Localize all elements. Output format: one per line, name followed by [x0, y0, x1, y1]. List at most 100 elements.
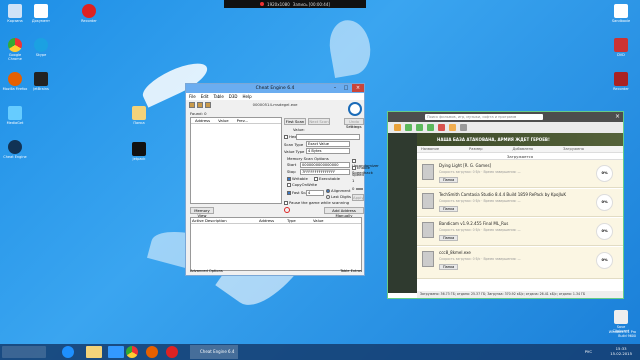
writable-checkbox-box[interactable]	[287, 177, 291, 181]
desktop-icon-jetpack[interactable]: Jetpack	[126, 142, 152, 161]
start-address-input[interactable]: 0000000000000000	[300, 162, 350, 168]
col-active[interactable]: Active	[191, 218, 205, 223]
last-digits-radio-dot[interactable]	[326, 195, 330, 199]
writable-checkbox[interactable]: Writable	[287, 176, 308, 181]
first-scan-button[interactable]: First Scan	[284, 118, 306, 125]
clock[interactable]: 15:33 15.02.2015	[610, 346, 632, 356]
col-description[interactable]: Description	[205, 218, 259, 223]
download-item[interactable]: TechSmith Camtasia Studio 8.4.4 Build 18…	[417, 189, 623, 217]
desktop-icon-recorder-right[interactable]: Recorder	[608, 72, 634, 91]
open-folder-button[interactable]: Папка	[439, 235, 459, 241]
start-button[interactable]	[2, 346, 46, 358]
desktop-icon-recycle-bin[interactable]: Корзина	[2, 4, 28, 23]
col-downloaded[interactable]: Загружено	[563, 146, 584, 152]
fast-scan-input[interactable]: 4	[306, 190, 324, 196]
open-process-icon[interactable]	[189, 102, 195, 108]
col-size[interactable]: Размер	[469, 146, 482, 152]
hex-checkbox-box[interactable]	[284, 135, 288, 139]
executable-checkbox-box[interactable]	[314, 177, 318, 181]
download-item[interactable]: Dying Light [R. G. Games] Скорость загру…	[417, 160, 623, 188]
col-type[interactable]: Type	[287, 218, 313, 223]
cheat-engine-logo-icon[interactable]	[348, 102, 362, 116]
apply-button[interactable]: Apply	[352, 194, 364, 201]
pause-checkbox[interactable]: Pause the game while scanning	[284, 200, 349, 205]
desktop-icon-document[interactable]: Документ	[28, 4, 54, 23]
delete-icon[interactable]	[438, 124, 445, 131]
close-button[interactable]: ×	[352, 84, 364, 92]
settings-icon[interactable]	[460, 124, 467, 131]
desktop-icon-dvd[interactable]: DVD	[608, 38, 634, 57]
add-address-button[interactable]: Add Address Manually	[324, 207, 364, 218]
address-list[interactable]: Active Description Address Type Value	[190, 217, 362, 271]
advanced-options-link[interactable]: Advanced Options	[190, 269, 223, 274]
desktop-icon-recorder[interactable]: Recorder	[76, 4, 102, 23]
open-folder-button[interactable]: Папка	[439, 206, 459, 212]
download-icon[interactable]	[416, 124, 423, 131]
menu-help[interactable]: Help	[243, 93, 252, 100]
mediaget-banner[interactable]: НАША БАЗА АТАКОВАНА, АРМИЯ ЖДЕТ ГЕРОЕВ!	[417, 133, 623, 146]
hex-checkbox[interactable]: Hex	[284, 134, 296, 139]
found-list[interactable]: Address Value Prev...	[190, 117, 282, 204]
desktop-icon-chrome[interactable]: Google Chrome	[2, 38, 28, 61]
col-address[interactable]: Address	[195, 118, 210, 123]
taskbar-chrome-icon[interactable]	[126, 346, 138, 358]
menu-table[interactable]: Table	[213, 93, 223, 100]
col-added[interactable]: Добавлено	[513, 146, 534, 152]
scan-type-select[interactable]: Exact Value	[306, 141, 350, 147]
taskbar-recorder-icon[interactable]	[166, 346, 178, 358]
desktop-icon-cheat-engine[interactable]: Cheat Engine	[2, 140, 28, 159]
mediaget-search-input[interactable]: Поиск фильмов, игр, музыки, софта и прог…	[425, 114, 543, 120]
close-icon[interactable]: ×	[615, 113, 620, 120]
table-extras-link[interactable]: Table Extras	[340, 269, 362, 274]
desktop-icon-skype[interactable]: Skype	[28, 38, 54, 57]
col-address-list[interactable]: Address	[259, 218, 287, 223]
col-value[interactable]: Value	[218, 118, 228, 123]
value-type-select[interactable]: 4 Bytes	[306, 148, 350, 154]
fast-scan-checkbox-box[interactable]	[287, 191, 291, 195]
menu-edit[interactable]: Edit	[201, 93, 209, 100]
copyonwrite-checkbox[interactable]: CopyOnWrite	[287, 182, 317, 187]
cheat-engine-titlebar[interactable]: Cheat Engine 6.4 – □ ×	[186, 84, 364, 93]
taskbar-ie-icon[interactable]	[62, 346, 74, 358]
memory-view-button[interactable]: Memory View	[190, 207, 214, 218]
stop-icon[interactable]	[284, 207, 290, 213]
open-folder-button[interactable]: Папка	[439, 177, 459, 183]
executable-checkbox[interactable]: Executable	[314, 176, 340, 181]
folder-icon[interactable]	[449, 124, 456, 131]
menu-file[interactable]: File	[189, 93, 196, 100]
taskbar-cheat-engine[interactable]: Cheat Engine 6.4	[190, 345, 238, 359]
upload-icon[interactable]	[427, 124, 434, 131]
col-name[interactable]: Название	[421, 146, 439, 152]
copyonwrite-checkbox-box[interactable]	[287, 183, 291, 187]
download-item[interactable]: ccc8_8kmel.exe Скорость загрузки: 0 б/с …	[417, 247, 623, 279]
settings-label[interactable]: Settings	[346, 124, 362, 129]
col-value-list[interactable]: Value	[313, 218, 323, 223]
save-icon[interactable]	[205, 102, 211, 108]
pause-checkbox-box[interactable]	[284, 201, 288, 205]
alignment-radio-dot[interactable]	[326, 189, 330, 193]
next-scan-button[interactable]: Next Scan	[308, 118, 330, 125]
desktop-icon-folder[interactable]: Папка	[126, 106, 152, 125]
speed-slider[interactable]	[356, 188, 363, 190]
open-folder-button[interactable]: Папка	[439, 264, 459, 270]
alignment-radio[interactable]: Alignment	[326, 188, 350, 193]
maximize-button[interactable]: □	[341, 84, 351, 92]
mediaget-sidebar[interactable]	[388, 133, 417, 293]
stop-address-input[interactable]: 7FFFFFFFFFFFFFFF	[300, 169, 350, 175]
minimize-button[interactable]: –	[330, 84, 340, 92]
desktop-icon-jetbrains[interactable]: JetBrains	[28, 72, 54, 91]
desktop-icon-sandboxie[interactable]: Sandboxie	[608, 4, 634, 23]
menu-d3d[interactable]: D3D	[229, 93, 238, 100]
value-input[interactable]	[296, 134, 360, 140]
resume-icon[interactable]	[405, 124, 412, 131]
desktop-icon-mediaget[interactable]: MediaGet	[2, 106, 28, 125]
col-prev[interactable]: Prev...	[237, 118, 249, 123]
last-digits-radio[interactable]: Last Digits	[326, 194, 351, 199]
language-indicator[interactable]: РУС	[585, 349, 592, 354]
download-item[interactable]: Bandicam v1.9.2.455 Final ML_Rus Скорост…	[417, 218, 623, 246]
desktop-icon-firefox[interactable]: Mozilla Firefox	[2, 72, 28, 91]
open-file-icon[interactable]	[197, 102, 203, 108]
taskbar-firefox-icon[interactable]	[146, 346, 158, 358]
pause-icon[interactable]	[394, 124, 401, 131]
taskbar-explorer-icon[interactable]	[86, 346, 102, 358]
